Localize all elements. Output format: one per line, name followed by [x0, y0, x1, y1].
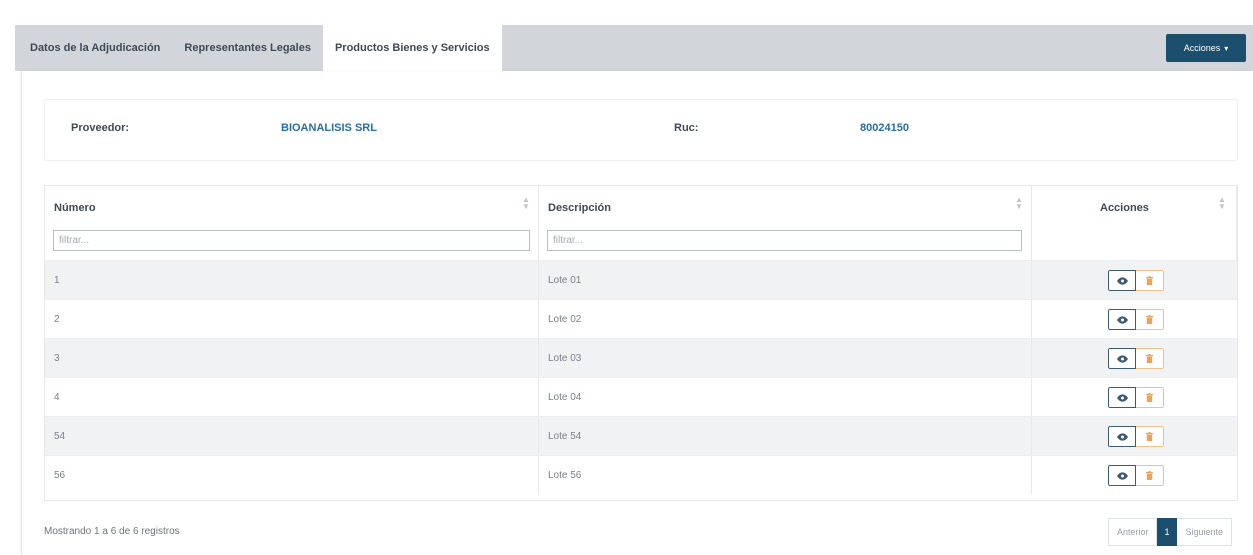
provider-label: Proveedor:	[71, 122, 130, 134]
sort-icon: ▲ ▼	[522, 195, 530, 211]
trash-icon	[1146, 432, 1153, 441]
filter-input-numero[interactable]	[53, 230, 530, 251]
table-row: 56 Lote 56	[45, 455, 1237, 494]
table-row: 2 Lote 02	[45, 299, 1237, 338]
table-row: 54 Lote 54	[45, 416, 1237, 455]
trash-icon	[1146, 276, 1153, 285]
cell-descripcion: Lote 56	[539, 456, 1032, 494]
delete-button[interactable]	[1136, 348, 1164, 369]
cell-numero: 3	[45, 339, 539, 377]
cell-descripcion: Lote 03	[539, 339, 1032, 377]
table-row: 1 Lote 01	[45, 260, 1237, 299]
eye-icon	[1116, 354, 1128, 363]
tab-list: Datos de la Adjudicación Representantes …	[15, 25, 502, 71]
ruc-value: 80024150	[860, 122, 909, 134]
products-table: Número ▲▼ Descripción ▲▼ Acciones ▲▼ 1Lo…	[44, 185, 1238, 501]
filter-input-descripcion[interactable]	[547, 230, 1022, 251]
cell-descripcion: Lote 04	[539, 378, 1032, 416]
trash-icon	[1146, 393, 1153, 402]
view-button[interactable]	[1108, 465, 1136, 486]
column-label-descripcion: Descripción	[548, 202, 611, 214]
row-action-buttons	[1108, 348, 1164, 369]
trash-icon	[1146, 315, 1153, 324]
view-button[interactable]	[1108, 270, 1136, 291]
table-info: Mostrando 1 a 6 de 6 registros	[44, 526, 180, 537]
delete-button[interactable]	[1136, 387, 1164, 408]
sort-icon: ▲ ▼	[1218, 195, 1226, 211]
column-label-numero: Número	[54, 202, 96, 214]
eye-icon	[1116, 432, 1128, 441]
tab-datos-adjudicacion[interactable]: Datos de la Adjudicación	[15, 25, 172, 71]
row-action-buttons	[1108, 387, 1164, 408]
tab-representantes-legales[interactable]: Representantes Legales	[172, 25, 323, 71]
cell-numero: 4	[45, 378, 539, 416]
view-button[interactable]	[1108, 426, 1136, 447]
row-action-buttons	[1108, 309, 1164, 330]
chevron-down-icon: ▾	[1224, 43, 1229, 53]
delete-button[interactable]	[1136, 426, 1164, 447]
provider-value: BIOANALISIS SRL	[281, 122, 377, 134]
table-row: 3 Lote 03	[45, 338, 1237, 377]
column-header-acciones[interactable]: Acciones ▲ ▼	[1032, 186, 1237, 260]
view-button[interactable]	[1108, 348, 1136, 369]
column-header-descripcion[interactable]: Descripción ▲ ▼	[539, 186, 1032, 260]
content-panel: Proveedor: BIOANALISIS SRL Ruc: 80024150…	[21, 71, 1253, 555]
delete-button[interactable]	[1136, 465, 1164, 486]
tab-bar: Datos de la Adjudicación Representantes …	[15, 25, 1253, 71]
provider-info-box: Proveedor: BIOANALISIS SRL Ruc: 80024150	[44, 99, 1238, 161]
cell-numero: 54	[45, 417, 539, 455]
cell-numero: 56	[45, 456, 539, 494]
pagination-prev[interactable]: Anterior	[1107, 518, 1158, 546]
table-row: 4 Lote 04	[45, 377, 1237, 416]
tab-productos-bienes-servicios[interactable]: Productos Bienes y Servicios	[322, 25, 502, 71]
row-action-buttons	[1108, 270, 1164, 291]
eye-icon	[1116, 315, 1128, 324]
ruc-label: Ruc:	[674, 122, 699, 134]
pagination-next[interactable]: Siguiente	[1177, 518, 1232, 546]
delete-button[interactable]	[1136, 309, 1164, 330]
delete-button[interactable]	[1136, 270, 1164, 291]
trash-icon	[1146, 354, 1153, 363]
pagination-page-1[interactable]: 1	[1157, 518, 1178, 546]
row-action-buttons	[1108, 426, 1164, 447]
cell-descripcion: Lote 01	[539, 261, 1032, 299]
eye-icon	[1116, 471, 1128, 480]
pagination: Anterior 1 Siguiente	[1107, 518, 1232, 546]
cell-numero: 2	[45, 300, 539, 338]
cell-numero: 1	[45, 261, 539, 299]
eye-icon	[1116, 393, 1128, 402]
cell-descripcion: Lote 54	[539, 417, 1032, 455]
column-label-acciones: Acciones	[1100, 202, 1149, 214]
trash-icon	[1146, 471, 1153, 480]
acciones-button-label: Acciones	[1183, 43, 1221, 53]
eye-icon	[1116, 276, 1128, 285]
acciones-dropdown-button[interactable]: Acciones ▾	[1166, 34, 1246, 62]
sort-icon: ▲ ▼	[1015, 195, 1023, 211]
column-header-numero[interactable]: Número ▲ ▼	[45, 186, 539, 260]
cell-descripcion: Lote 02	[539, 300, 1032, 338]
view-button[interactable]	[1108, 387, 1136, 408]
view-button[interactable]	[1108, 309, 1136, 330]
row-action-buttons	[1108, 465, 1164, 486]
